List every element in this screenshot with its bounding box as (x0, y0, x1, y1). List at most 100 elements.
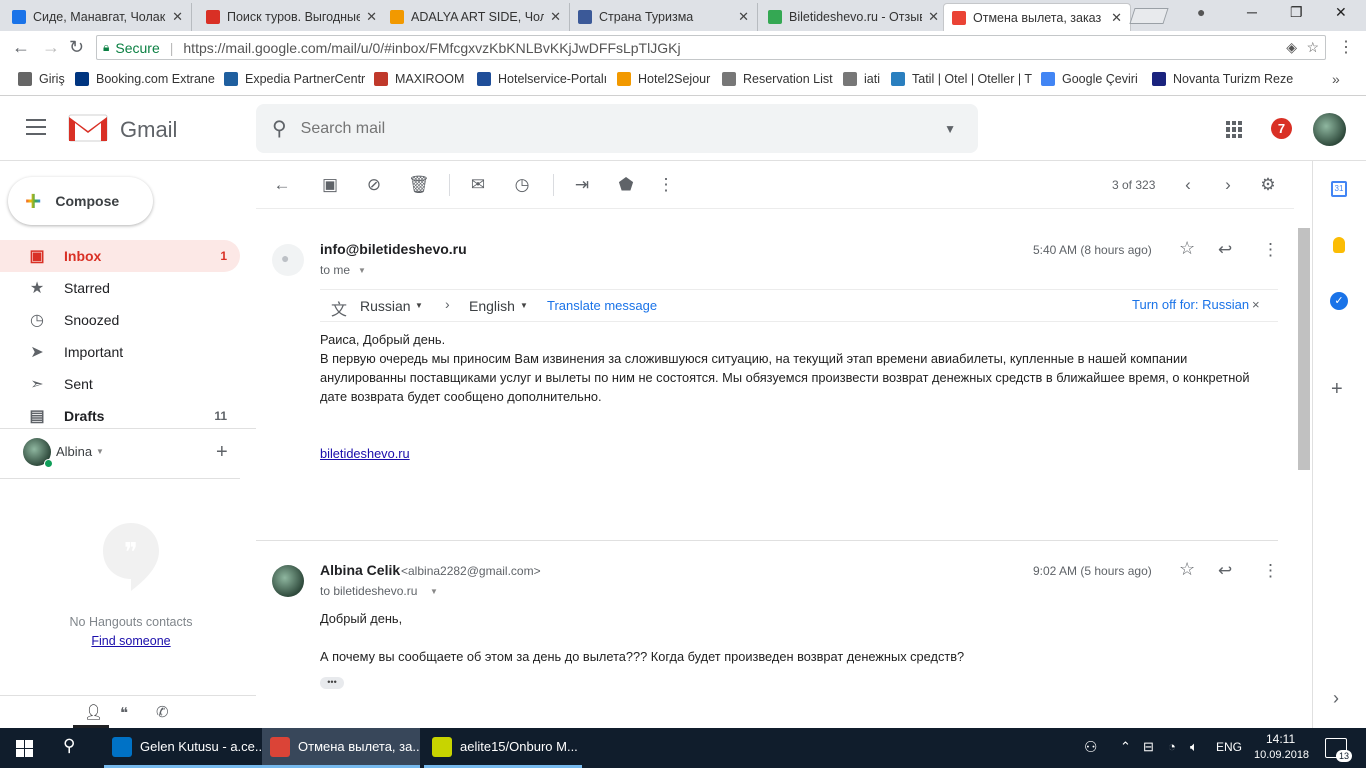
show-trimmed-button[interactable]: ••• (320, 677, 344, 689)
signature-link[interactable]: biletideshevo.ru (320, 446, 410, 461)
bookmark-star-icon[interactable]: ☆ (1306, 39, 1319, 56)
nav-item-important[interactable]: ➤ Important (0, 336, 240, 368)
more-bookmarks-icon[interactable]: » (1332, 71, 1340, 87)
from-dropdown-icon[interactable]: ▼ (415, 301, 423, 310)
browser-tab[interactable]: Отмена вылета, заказ 2 ✕ (943, 3, 1131, 31)
close-tab-icon[interactable]: ✕ (366, 9, 377, 25)
wifi-icon[interactable]: ◔ (1168, 739, 1176, 754)
browser-tab[interactable]: Biletideshevo.ru - Отзыв ✕ (760, 3, 948, 31)
hangouts-user-name[interactable]: Albina (56, 444, 92, 459)
nav-item-snoozed[interactable]: ◷ Snoozed (0, 304, 240, 336)
bookmark-item[interactable]: Novanta Turizm Reze (1152, 72, 1293, 86)
taskbar-search-icon[interactable]: ⚲ (63, 736, 75, 756)
message-more-icon[interactable]: ⋮ (1262, 561, 1279, 581)
snooze-icon[interactable]: ◷ (512, 175, 532, 195)
reply-icon[interactable]: ↩ (1218, 561, 1232, 581)
keep-icon[interactable] (1333, 237, 1345, 253)
add-addon-icon[interactable]: + (1331, 378, 1343, 401)
older-icon[interactable]: › (1218, 175, 1238, 195)
bookmark-item[interactable]: Hotel2Sejour (617, 72, 710, 86)
bookmark-item[interactable]: Expedia PartnerCentr (224, 72, 365, 86)
compose-button[interactable]: + Compose (8, 177, 153, 225)
newer-icon[interactable]: ‹ (1178, 175, 1198, 195)
reply-icon[interactable]: ↩ (1218, 240, 1232, 260)
search-input[interactable] (300, 119, 901, 138)
volume-icon[interactable]: 🔈︎ (1190, 739, 1198, 755)
apps-grid-icon[interactable] (1226, 121, 1243, 138)
bookmark-item[interactable]: Reservation List (722, 72, 833, 86)
details-dropdown-icon[interactable]: ▼ (430, 587, 438, 596)
mark-unread-icon[interactable]: ✉ (468, 175, 488, 195)
maximize-button[interactable]: ❐ (1290, 4, 1303, 21)
close-tab-icon[interactable]: ✕ (550, 9, 561, 25)
taskbar-app[interactable]: Отмена вылета, за... (262, 728, 420, 768)
browser-tab[interactable]: Сиде, Манавгат, Чолак ✕ (4, 3, 192, 31)
delete-icon[interactable]: 🗑︎ (408, 175, 430, 195)
translate-from-select[interactable]: Russian (360, 298, 411, 314)
people-icon[interactable]: ⚇ (1084, 738, 1097, 756)
bookmark-item[interactable]: Hotelservice-Portalı (477, 72, 607, 86)
language-indicator[interactable]: ENG (1216, 740, 1242, 754)
close-tab-icon[interactable]: ✕ (738, 9, 749, 25)
close-tab-icon[interactable]: ✕ (928, 9, 939, 25)
more-actions-icon[interactable]: ⋮ (656, 175, 676, 195)
address-bar[interactable]: 🔒︎ Secure | https://mail.google.com/mail… (96, 35, 1326, 60)
nav-item-starred[interactable]: ★ Starred (0, 272, 240, 304)
contacts-tab[interactable]: 👤︎ (73, 697, 109, 728)
minimize-button[interactable]: ─ (1247, 4, 1257, 20)
sender-avatar[interactable] (272, 565, 304, 597)
close-tab-icon[interactable]: ✕ (172, 9, 183, 25)
settings-gear-icon[interactable]: ⚙ (1258, 175, 1278, 195)
search-box[interactable]: ⚲ ▼ (256, 104, 978, 153)
bookmark-item[interactable]: Giriş (18, 72, 65, 86)
message-more-icon[interactable]: ⋮ (1262, 240, 1279, 260)
search-options-icon[interactable]: ▼ (944, 122, 956, 136)
nav-item-inbox[interactable]: ▣ Inbox 1 (0, 240, 240, 272)
bookmark-item[interactable]: Tatil | Otel | Oteller | T (891, 72, 1032, 86)
bookmark-item[interactable]: MAXIROOM (374, 72, 464, 86)
star-icon[interactable]: ☆ (1179, 559, 1195, 580)
network-icon[interactable]: ⊟ (1143, 739, 1154, 755)
clock-date[interactable]: 10.09.2018 (1254, 749, 1309, 761)
back-to-inbox-icon[interactable]: ← (272, 175, 292, 195)
scrollbar-thumb[interactable] (1298, 228, 1310, 470)
nav-item-sent[interactable]: ➣ Sent (0, 368, 240, 400)
menu-kebab-icon[interactable]: ⋮ (1338, 37, 1354, 57)
clock-time[interactable]: 14:11 (1266, 732, 1295, 746)
forward-icon[interactable]: → (42, 37, 60, 58)
windows-start-icon[interactable] (16, 740, 33, 757)
browser-tab[interactable]: ADALYA ART SIDE, Чола ✕ (382, 3, 570, 31)
action-center-icon[interactable]: 13 (1325, 738, 1352, 762)
profile-icon[interactable]: ● (1197, 4, 1205, 20)
turn-off-translate-link[interactable]: Turn off for: Russian (1132, 297, 1249, 312)
cast-icon[interactable]: ◈ (1286, 39, 1297, 56)
user-dropdown-icon[interactable]: ▼ (96, 447, 104, 456)
translate-to-select[interactable]: English (469, 298, 515, 314)
add-contact-icon[interactable]: + (216, 441, 228, 464)
close-tab-icon[interactable]: ✕ (1111, 10, 1122, 26)
close-translate-icon[interactable]: × (1252, 297, 1260, 312)
report-spam-icon[interactable]: ⊘ (364, 175, 384, 195)
bookmark-item[interactable]: Google Çeviri (1041, 72, 1138, 86)
star-icon[interactable]: ☆ (1179, 238, 1195, 259)
message-sender[interactable]: info@biletideshevo.ru (320, 241, 467, 257)
details-dropdown-icon[interactable]: ▼ (358, 266, 366, 275)
find-someone-link[interactable]: Find someone (0, 634, 262, 648)
reload-icon[interactable]: ↻ (69, 37, 84, 58)
taskbar-app[interactable]: aelite15/Onburo M... (424, 728, 582, 768)
archive-icon[interactable]: ▣ (320, 175, 340, 195)
new-tab-button[interactable] (1129, 8, 1169, 24)
notification-badge[interactable]: 7 (1271, 118, 1292, 139)
search-icon[interactable]: ⚲ (272, 116, 287, 141)
main-menu-icon[interactable] (26, 119, 46, 135)
taskbar-app[interactable]: Gelen Kutusu - a.ce... (104, 728, 262, 768)
url-text[interactable]: https://mail.google.com/mail/u/0/#inbox/… (183, 40, 680, 56)
move-to-icon[interactable]: ⇥ (572, 175, 592, 195)
calendar-icon[interactable]: 31 (1331, 181, 1347, 197)
close-window-button[interactable]: ✕ (1335, 4, 1347, 21)
label-icon[interactable]: ⬟ (616, 175, 636, 195)
account-avatar[interactable] (1313, 113, 1346, 146)
expand-panel-icon[interactable]: › (1333, 688, 1339, 709)
tasks-icon[interactable]: ✓ (1330, 292, 1348, 310)
to-dropdown-icon[interactable]: ▼ (520, 301, 528, 310)
